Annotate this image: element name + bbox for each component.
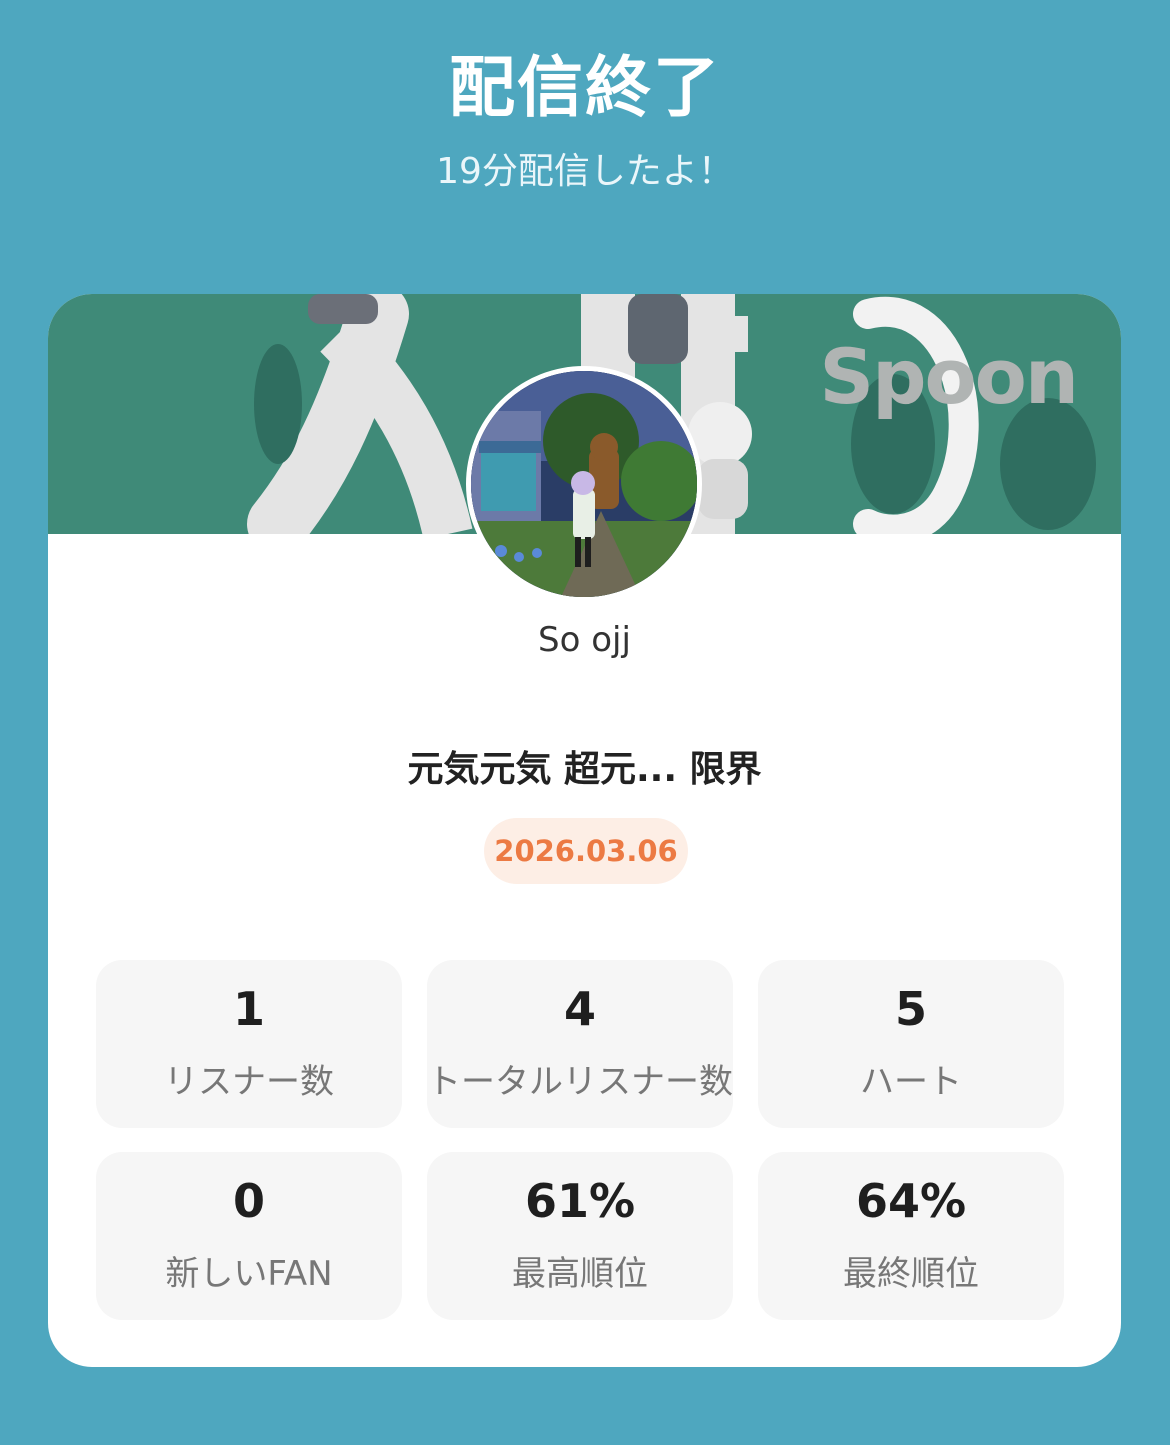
username: So ojj: [538, 620, 631, 660]
stat-value: 61%: [524, 1173, 636, 1228]
stat-label: トータルリスナー数: [427, 1061, 733, 1102]
stream-summary-card: Spoon So ojj 元気元気 超元... 限界 2026.03.06 1 …: [48, 294, 1121, 1367]
stat-label: ハート: [860, 1061, 962, 1102]
stat-label: 新しいFAN: [165, 1253, 333, 1294]
stat-value: 64%: [855, 1173, 967, 1228]
stat-final-rank: 64% 最終順位: [758, 1152, 1064, 1320]
stat-highest-rank: 61% 最高順位: [427, 1152, 733, 1320]
date-badge: 2026.03.06: [484, 818, 688, 884]
avatar-image: [471, 371, 697, 597]
stream-duration-text: 19分配信したよ！: [436, 151, 734, 192]
stat-label: リスナー数: [164, 1061, 334, 1102]
page-title: 配信終了: [449, 49, 721, 126]
stream-title: 元気元気 超元... 限界: [407, 749, 762, 790]
stat-total-listeners: 4 トータルリスナー数: [427, 960, 733, 1128]
stat-value: 0: [232, 1173, 265, 1228]
stats-grid: 1 リスナー数 4 トータルリスナー数 5 ハート 0 新しいFAN 61% 最…: [96, 960, 1064, 1320]
avatar[interactable]: [466, 366, 702, 602]
stat-value: 4: [563, 981, 596, 1036]
stat-new-fans: 0 新しいFAN: [96, 1152, 402, 1320]
spoon-logo: Spoon: [819, 332, 1079, 421]
stat-label: 最終順位: [843, 1253, 979, 1294]
stat-hearts: 5 ハート: [758, 960, 1064, 1128]
stat-label: 最高順位: [512, 1253, 648, 1294]
stat-value: 5: [894, 981, 927, 1036]
stat-listeners: 1 リスナー数: [96, 960, 402, 1128]
stat-value: 1: [232, 981, 265, 1036]
stream-ended-screen: 配信終了 19分配信したよ！ Spoon So ojj 元気元気 超元... 限…: [0, 0, 1170, 1445]
